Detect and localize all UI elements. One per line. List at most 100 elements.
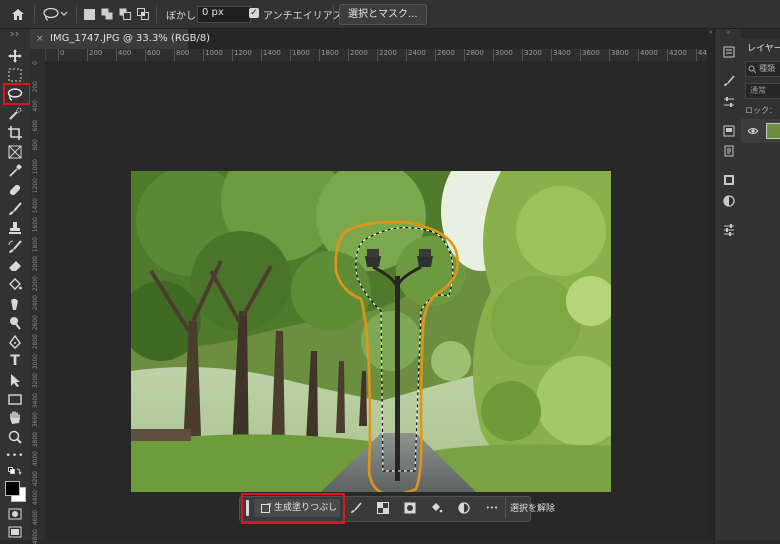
- ruler-tick: [667, 49, 668, 61]
- lasso-icon: [43, 7, 68, 21]
- brush-icon: [9, 202, 22, 215]
- ruler-tick-label: 1400: [263, 49, 281, 57]
- crop-tool[interactable]: [3, 124, 27, 142]
- marquee-tool[interactable]: [3, 66, 27, 84]
- toolbar-grip[interactable]: [3, 29, 27, 39]
- layer-row[interactable]: [741, 119, 780, 143]
- add-selection-button[interactable]: [100, 4, 114, 24]
- layer-filter-label: 種類: [759, 64, 775, 73]
- ruler-tick: [348, 49, 349, 61]
- brush-tool[interactable]: [3, 200, 27, 218]
- zoom-tool[interactable]: [3, 428, 27, 446]
- notes-panel-button[interactable]: [721, 144, 736, 158]
- path-selection-tool[interactable]: [3, 371, 27, 389]
- eraser-tool[interactable]: [3, 257, 27, 275]
- subtract-selection-icon: [119, 8, 131, 20]
- screen-mode-button[interactable]: [3, 523, 27, 541]
- default-colors-button[interactable]: [3, 466, 27, 478]
- pen-tool[interactable]: [3, 333, 27, 351]
- type-icon: T: [10, 353, 20, 369]
- screen-mode-icon: [8, 526, 22, 538]
- brush-panel-button[interactable]: [721, 74, 736, 88]
- select-and-mask-button[interactable]: 選択とマスク...: [339, 4, 427, 25]
- ruler-tick-label: 2600: [437, 49, 455, 57]
- properties-panel-button[interactable]: [721, 95, 736, 109]
- add-selection-icon: [101, 8, 113, 20]
- tools-panel: T •••: [0, 29, 31, 540]
- spot-healing-tool[interactable]: [3, 181, 27, 199]
- history-panel-button[interactable]: [721, 45, 736, 59]
- fill-selection-button[interactable]: [429, 500, 445, 516]
- home-button[interactable]: [6, 4, 30, 24]
- ruler-tick-label: 3400: [32, 392, 39, 408]
- invert-icon: [377, 502, 389, 514]
- collapse-chevrons-icon: [10, 32, 19, 36]
- ruler-tick-label: 0: [32, 61, 39, 65]
- ruler-tick: [290, 49, 291, 61]
- document-tab-title: IMG_1747.JPG @ 33.3% (RGB/8): [50, 33, 211, 44]
- feather-input[interactable]: 0 px: [197, 6, 251, 23]
- ruler-tick-label: 3800: [32, 431, 39, 447]
- ruler-tick-label: 400: [32, 100, 39, 112]
- rectangle-tool[interactable]: [3, 390, 27, 408]
- hand-icon: [10, 411, 20, 424]
- ruler-tick: [406, 49, 407, 61]
- eye-icon[interactable]: [748, 127, 758, 135]
- document-image[interactable]: [131, 171, 611, 492]
- blend-mode-select[interactable]: 通常: [745, 83, 780, 99]
- close-tab-icon[interactable]: ×: [36, 29, 44, 49]
- quick-mask-button[interactable]: [3, 505, 27, 523]
- lock-label: ロック：: [745, 106, 777, 115]
- libraries-panel-button[interactable]: [721, 124, 736, 138]
- frame-tool[interactable]: [3, 143, 27, 161]
- hand-tool[interactable]: [3, 409, 27, 427]
- document-tab[interactable]: × IMG_1747.JPG @ 33.3% (RGB/8): [30, 29, 210, 49]
- history-brush-tool[interactable]: [3, 238, 27, 256]
- intersect-selection-button[interactable]: [136, 4, 150, 24]
- modify-selection-button[interactable]: [348, 500, 364, 516]
- home-icon: [12, 8, 24, 20]
- vertical-ruler: 0 200 400 600 800 1000 1200 1400 1600 1800 2000 220…: [30, 49, 46, 544]
- ruler-tick-label: 3200: [524, 49, 542, 57]
- ruler-tick-label: 1800: [321, 49, 339, 57]
- ruler-tick: [609, 49, 610, 61]
- ruler-tick-label: 4400: [32, 490, 39, 506]
- mask-button[interactable]: [402, 500, 418, 516]
- ruler-tick: [58, 49, 59, 61]
- more-tools-button[interactable]: •••: [3, 447, 27, 465]
- ruler-tick: [464, 49, 465, 61]
- lasso-preset-picker[interactable]: [40, 4, 70, 24]
- subtract-selection-button[interactable]: [118, 4, 132, 24]
- quick-selection-tool[interactable]: [3, 105, 27, 123]
- antialias-label: アンチエイリアス: [263, 11, 343, 22]
- ruler-tick-label: 1000: [32, 158, 39, 174]
- deselect-button[interactable]: 選択を解除: [510, 501, 555, 514]
- layers-panel-title[interactable]: レイヤー: [747, 41, 780, 54]
- type-tool[interactable]: T: [3, 352, 27, 370]
- new-selection-button[interactable]: [82, 4, 96, 24]
- antialias-checkbox[interactable]: ✓: [249, 8, 259, 18]
- ruler-tick-label: 3200: [32, 373, 39, 389]
- half-circle-icon: [722, 195, 735, 207]
- foreground-color-swatch[interactable]: [5, 481, 20, 496]
- ruler-tick-label: 200: [89, 49, 103, 57]
- brush-selection-icon: [351, 502, 362, 513]
- layer-filter-select[interactable]: 種類: [745, 61, 780, 77]
- more-options-button[interactable]: •••: [484, 500, 500, 516]
- stamp-icon: [9, 222, 21, 234]
- eyedropper-tool[interactable]: [3, 162, 27, 180]
- invert-selection-button[interactable]: [375, 500, 391, 516]
- channels-panel-button[interactable]: [721, 223, 736, 237]
- adjustments-panel-button[interactable]: [721, 194, 736, 208]
- move-tool[interactable]: [3, 47, 27, 65]
- smudge-tool[interactable]: [3, 295, 27, 313]
- paint-bucket-tool[interactable]: [3, 276, 27, 294]
- move-icon: [8, 49, 22, 63]
- layers-panel-button[interactable]: [721, 173, 736, 187]
- layers-panel: レイヤー 種類 通常 ロック：: [741, 29, 780, 540]
- expand-chevron-icon[interactable]: «: [716, 29, 741, 39]
- clone-stamp-tool[interactable]: [3, 219, 27, 237]
- ruler-tick: [435, 49, 436, 61]
- adjustment-layer-button[interactable]: [456, 500, 472, 516]
- dodge-tool[interactable]: [3, 314, 27, 332]
